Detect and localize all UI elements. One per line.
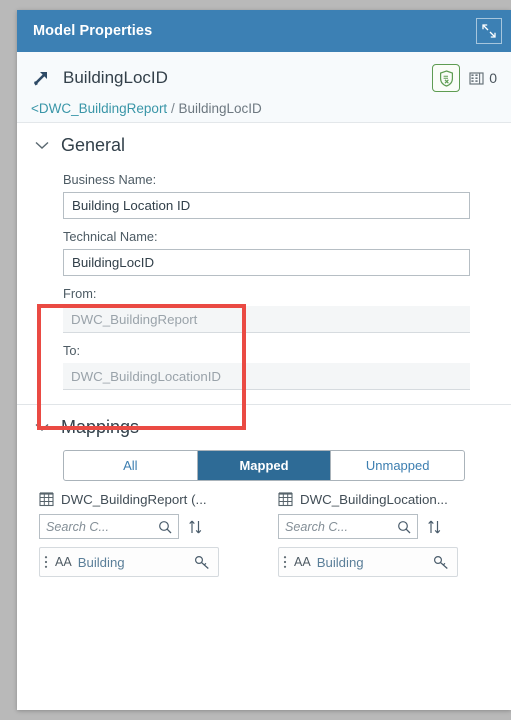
chevron-down-icon[interactable]: [35, 141, 49, 150]
object-name: BuildingLocID: [63, 68, 168, 87]
search-icon[interactable]: [158, 520, 172, 534]
breadcrumb-separator: /: [170, 101, 175, 116]
target-sort-icon[interactable]: [427, 519, 442, 535]
record-count-value: 0: [489, 70, 497, 86]
general-section-header[interactable]: General: [17, 123, 511, 162]
mapping-columns: DWC_BuildingReport (... Search C... AA B…: [17, 491, 511, 577]
technical-name-label: Technical Name:: [63, 229, 158, 244]
chevron-down-icon[interactable]: [35, 423, 49, 432]
target-entity-label: DWC_BuildingLocation...: [300, 491, 448, 507]
general-section: General Business Name: Building Location…: [17, 123, 511, 430]
field-business-name: Business Name: Building Location ID: [17, 172, 511, 219]
kebab-menu-icon[interactable]: [44, 555, 52, 569]
mappings-section: Mappings All Mapped Unmapped DWC_Buildin…: [17, 405, 511, 583]
business-name-input[interactable]: Building Location ID: [63, 192, 470, 219]
filter-tab-unmapped[interactable]: Unmapped: [331, 451, 464, 480]
technical-name-input[interactable]: BuildingLocID: [63, 249, 470, 276]
from-label: From:: [63, 286, 97, 301]
object-identity: BuildingLocID: [31, 68, 168, 88]
filter-tab-mapped[interactable]: Mapped: [197, 451, 332, 480]
source-entity-header: DWC_BuildingReport (...: [39, 491, 256, 507]
source-sort-icon[interactable]: [188, 519, 203, 535]
source-entity-label: DWC_BuildingReport (...: [61, 491, 207, 507]
panel-title: Model Properties: [33, 23, 153, 39]
breadcrumb-parent-link[interactable]: <DWC_BuildingReport: [31, 101, 167, 116]
from-to-group: From: DWC_BuildingReport To: DWC_Buildin…: [17, 286, 511, 430]
filter-tab-all[interactable]: All: [64, 451, 198, 480]
string-type-icon: AA: [294, 555, 311, 569]
kebab-menu-icon[interactable]: [283, 555, 291, 569]
mapping-source-column: DWC_BuildingReport (... Search C... AA B…: [39, 491, 256, 577]
from-input: DWC_BuildingReport: [63, 306, 470, 333]
mapping-target-column: DWC_BuildingLocation... Search C... AA B…: [278, 491, 495, 577]
panel-body: General Business Name: Building Location…: [17, 123, 511, 710]
target-search-input[interactable]: Search C...: [278, 514, 418, 539]
source-search-row: Search C...: [39, 514, 256, 539]
field-technical-name: Technical Name: BuildingLocID: [17, 229, 511, 276]
target-search-row: Search C...: [278, 514, 495, 539]
mappings-filter-tabs: All Mapped Unmapped: [63, 450, 465, 481]
search-icon[interactable]: [397, 520, 411, 534]
source-column-name: Building: [77, 554, 125, 570]
field-from: From: DWC_BuildingReport: [17, 286, 511, 333]
field-to: To: DWC_BuildingLocationID: [17, 343, 511, 390]
expand-icon[interactable]: [476, 18, 502, 44]
table-grid-icon: [469, 71, 484, 86]
source-search-placeholder: Search C...: [46, 519, 109, 534]
mappings-section-header[interactable]: Mappings: [17, 405, 511, 444]
record-count: 0: [469, 70, 497, 86]
target-search-placeholder: Search C...: [285, 519, 348, 534]
mappings-section-title: Mappings: [61, 417, 140, 437]
source-search-input[interactable]: Search C...: [39, 514, 179, 539]
source-column-item[interactable]: AA Building: [39, 547, 219, 577]
key-icon[interactable]: [194, 555, 211, 570]
to-input: DWC_BuildingLocationID: [63, 363, 470, 390]
object-header: BuildingLocID 0 <DWC_BuildingReport / Bu…: [17, 52, 511, 123]
model-properties-panel: Model Properties BuildingLocID 0 <DWC_Bu…: [17, 10, 511, 710]
diagonal-arrow-icon: [31, 68, 51, 88]
breadcrumb: <DWC_BuildingReport / BuildingLocID: [31, 101, 497, 116]
key-icon[interactable]: [433, 555, 450, 570]
business-name-label: Business Name:: [63, 172, 157, 187]
target-entity-header: DWC_BuildingLocation...: [278, 491, 495, 507]
table-entity-icon: [39, 491, 54, 507]
string-type-icon: AA: [55, 555, 72, 569]
object-header-actions: 0: [432, 64, 497, 92]
object-header-row: BuildingLocID 0: [31, 64, 497, 92]
breadcrumb-current: BuildingLocID: [178, 101, 262, 116]
to-label: To:: [63, 343, 81, 358]
target-column-item[interactable]: AA Building: [278, 547, 458, 577]
panel-titlebar: Model Properties: [17, 10, 511, 52]
shield-check-icon[interactable]: [432, 64, 461, 92]
table-entity-icon: [278, 491, 293, 507]
general-section-title: General: [61, 135, 126, 155]
target-column-name: Building: [316, 554, 364, 570]
